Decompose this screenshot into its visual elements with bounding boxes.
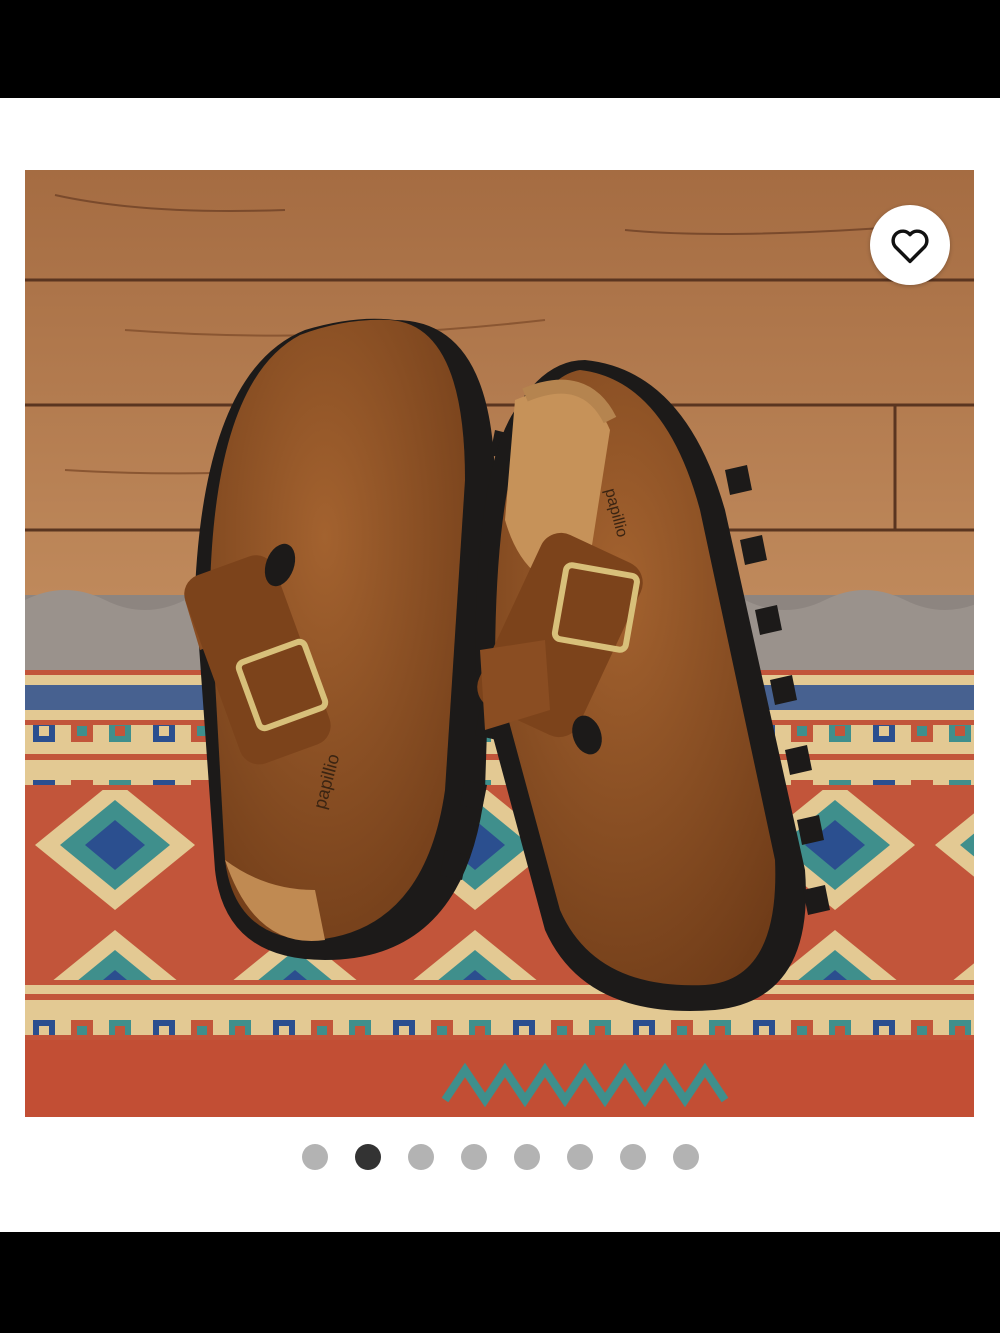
bottom-black-bar — [0, 1232, 1000, 1333]
carousel-dot-7[interactable] — [619, 1144, 646, 1170]
heart-outline-icon — [891, 229, 929, 264]
product-card: papillio papillio — [0, 98, 1000, 1232]
carousel-indicator — [0, 1143, 1000, 1171]
product-photo-illustration: papillio papillio — [25, 170, 974, 1117]
carousel-dot-2-active[interactable] — [354, 1144, 381, 1170]
carousel-dot-3[interactable] — [407, 1144, 434, 1170]
carousel-dot-4[interactable] — [460, 1144, 487, 1170]
favorite-button[interactable] — [870, 205, 950, 285]
top-black-bar — [0, 0, 1000, 98]
carousel-dot-8[interactable] — [672, 1144, 699, 1170]
carousel-dot-5[interactable] — [513, 1144, 540, 1170]
carousel-dot-1[interactable] — [301, 1144, 328, 1170]
product-image[interactable]: papillio papillio — [25, 170, 974, 1117]
carousel-dot-6[interactable] — [566, 1144, 593, 1170]
